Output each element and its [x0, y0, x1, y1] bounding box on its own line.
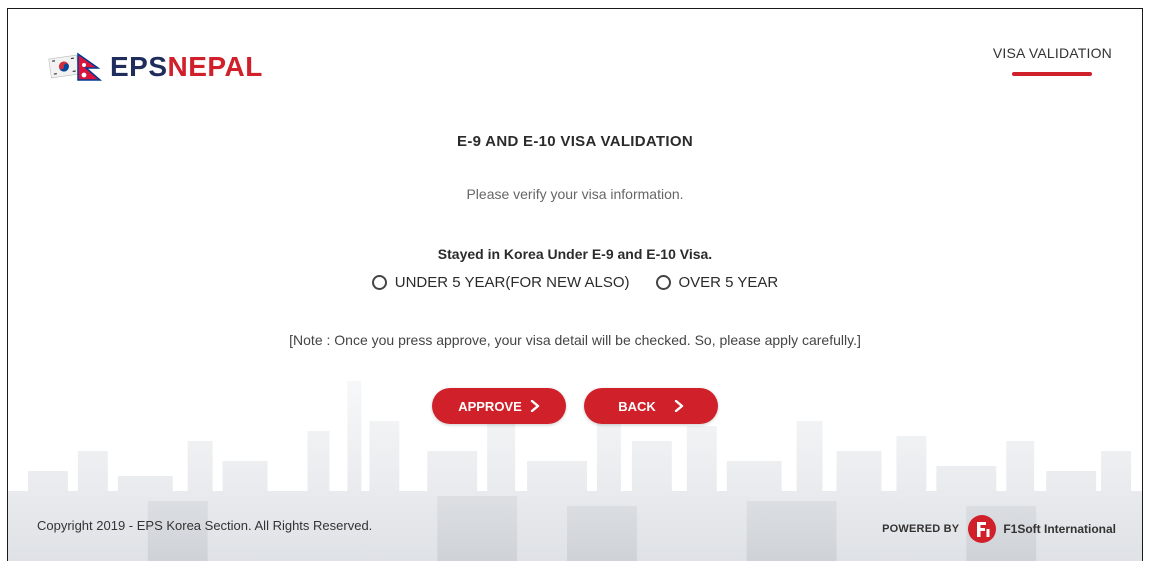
radio-unchecked-icon[interactable]: [371, 275, 387, 290]
option-under-5-year-label: UNDER 5 YEAR(FOR NEW ALSO): [394, 274, 630, 291]
header: EPSNEPAL VISA VALIDATION: [8, 9, 1142, 99]
f1soft-company-name[interactable]: F1Soft International: [1003, 522, 1116, 536]
page-title: E-9 AND E-10 VISA VALIDATION: [457, 133, 693, 150]
active-tab-indicator: [1012, 72, 1093, 76]
option-over-5-year-label: OVER 5 YEAR: [678, 274, 779, 291]
chevron-right-icon: [674, 400, 683, 412]
tab-visa-validation-label: VISA VALIDATION: [992, 45, 1112, 61]
f1soft-logo-icon[interactable]: [967, 514, 997, 544]
back-button[interactable]: BACK: [584, 388, 718, 424]
korea-nepal-flags-icon: [48, 52, 103, 81]
chevron-right-icon: [530, 400, 539, 412]
tab-visa-validation[interactable]: VISA VALIDATION: [989, 45, 1116, 76]
option-under-5-year[interactable]: UNDER 5 YEAR(FOR NEW ALSO): [371, 274, 630, 291]
stay-duration-options: UNDER 5 YEAR(FOR NEW ALSO) OVER 5 YEAR: [8, 274, 1142, 291]
approval-note: [Note : Once you press approve, your vis…: [289, 332, 861, 348]
logo-text-eps: EPS: [110, 51, 168, 82]
copyright-text: Copyright 2019 - EPS Korea Section. All …: [37, 518, 373, 533]
radio-unchecked-icon[interactable]: [655, 275, 671, 290]
action-buttons: APPROVE BACK: [8, 388, 1142, 424]
powered-by: POWERED BY F1Soft International: [882, 514, 1116, 544]
approve-button[interactable]: APPROVE: [432, 388, 566, 424]
logo-wordmark: EPSNEPAL: [110, 53, 263, 81]
page-frame: EPSNEPAL VISA VALIDATION E-9 AND E-10 VI…: [7, 8, 1143, 561]
page-subtitle: Please verify your visa information.: [466, 186, 684, 202]
logo-text-nepal: NEPAL: [167, 51, 263, 82]
stay-duration-question: Stayed in Korea Under E-9 and E-10 Visa.: [437, 246, 713, 262]
powered-by-label: POWERED BY: [882, 523, 960, 535]
option-over-5-year[interactable]: OVER 5 YEAR: [655, 274, 779, 291]
back-button-label: BACK: [618, 398, 656, 414]
approve-button-label: APPROVE: [458, 398, 522, 414]
eps-nepal-logo[interactable]: EPSNEPAL: [48, 51, 263, 83]
